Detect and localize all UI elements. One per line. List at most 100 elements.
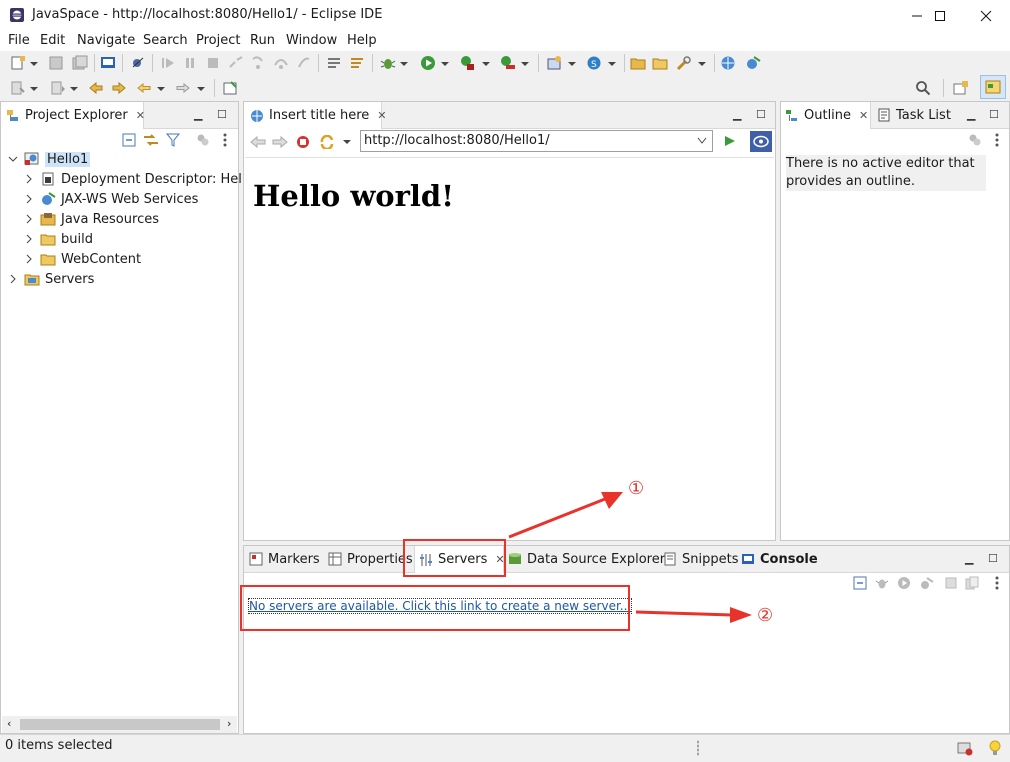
minimize-view-icon[interactable]: ▁ <box>194 108 202 121</box>
debug-server-icon[interactable] <box>875 576 889 590</box>
new-server-dropdown[interactable] <box>568 62 576 66</box>
new-icon[interactable] <box>10 55 26 71</box>
chevron-right-icon[interactable] <box>24 254 34 264</box>
resume-icon[interactable] <box>160 55 176 71</box>
web-service-icon[interactable] <box>745 55 761 71</box>
tab-snippets[interactable]: Snippets <box>663 546 738 572</box>
search-tools-icon[interactable] <box>676 55 692 71</box>
terminate-icon[interactable] <box>205 55 221 71</box>
maximize-view-icon[interactable]: ☐ <box>989 108 999 121</box>
forward-history-icon[interactable] <box>111 80 127 96</box>
search-icon[interactable] <box>915 80 931 96</box>
open-resource-icon[interactable] <box>652 55 668 71</box>
tree-item-deployment-descriptor[interactable]: Deployment Descriptor: Hello1 <box>24 169 262 189</box>
start-server-icon[interactable] <box>897 576 911 590</box>
skip-breakpoints-icon[interactable] <box>130 55 146 71</box>
new-java-class-icon[interactable]: S <box>586 55 602 71</box>
menu-search[interactable]: Search <box>143 33 188 48</box>
tab-properties[interactable]: Properties <box>328 546 413 572</box>
menu-edit[interactable]: Edit <box>40 33 65 48</box>
profile-server-icon[interactable] <box>920 576 934 590</box>
pin-editor-icon[interactable] <box>222 80 238 96</box>
chevron-right-icon[interactable] <box>8 274 18 284</box>
step-return-icon[interactable] <box>296 55 312 71</box>
tab-outline[interactable]: Outline ✕ <box>781 102 871 129</box>
step-into-icon[interactable] <box>250 55 266 71</box>
forward-dropdown[interactable] <box>197 87 205 91</box>
save-all-icon[interactable] <box>72 55 88 71</box>
go-icon[interactable] <box>724 135 736 147</box>
menu-run[interactable]: Run <box>250 33 275 48</box>
maximize-button[interactable] <box>917 0 963 31</box>
chevron-right-icon[interactable] <box>24 174 34 184</box>
close-tab-icon[interactable]: ✕ <box>377 109 386 122</box>
refresh-dropdown[interactable] <box>343 140 351 144</box>
chevron-right-icon[interactable] <box>24 234 34 244</box>
maximize-view-icon[interactable]: ☐ <box>988 552 998 565</box>
run-dropdown[interactable] <box>441 62 449 66</box>
edit-annotation-icon[interactable] <box>10 80 26 96</box>
view-menu-grey-icon[interactable] <box>196 133 210 147</box>
tab-console[interactable]: Console <box>741 546 818 572</box>
tree-item-servers[interactable]: Servers <box>8 269 94 289</box>
menu-file[interactable]: File <box>8 33 30 48</box>
eclipse-browser-icon[interactable] <box>750 131 772 152</box>
url-combo[interactable] <box>360 130 713 152</box>
browser-refresh-icon[interactable] <box>319 135 335 149</box>
disconnect-icon[interactable] <box>228 55 244 71</box>
run-icon[interactable] <box>420 55 436 71</box>
last-edit-location-icon[interactable] <box>88 80 104 96</box>
menu-project[interactable]: Project <box>196 33 240 48</box>
back-dropdown[interactable] <box>157 87 165 91</box>
step-over-icon[interactable] <box>273 55 289 71</box>
drop-to-frame-icon[interactable] <box>326 55 342 71</box>
next-annotation-dropdown[interactable] <box>70 87 78 91</box>
debug-dropdown[interactable] <box>400 62 408 66</box>
new-class-dropdown[interactable] <box>608 62 616 66</box>
globe-icon[interactable] <box>720 55 736 71</box>
new-dropdown[interactable] <box>30 62 38 66</box>
stop-server-icon[interactable] <box>944 576 958 590</box>
open-perspective-icon[interactable] <box>953 80 969 96</box>
menu-window[interactable]: Window <box>286 33 337 48</box>
coverage-icon[interactable] <box>460 55 476 71</box>
minimize-view-icon[interactable]: ▁ <box>733 108 741 121</box>
tab-project-explorer[interactable]: Project Explorer ✕ <box>1 102 145 129</box>
browser-stop-icon[interactable] <box>296 135 310 149</box>
tree-item-webcontent[interactable]: WebContent <box>24 249 141 269</box>
tab-task-list[interactable]: Task List <box>877 102 951 128</box>
new-server-icon[interactable] <box>546 55 562 71</box>
console-view-icon[interactable] <box>100 55 116 71</box>
annotation-dropdown[interactable] <box>30 87 38 91</box>
next-annotation-icon[interactable] <box>50 80 66 96</box>
close-tab-icon[interactable]: ✕ <box>136 109 145 122</box>
collapse-all-icon[interactable] <box>853 576 867 590</box>
url-input[interactable] <box>364 132 689 149</box>
external-tools-icon[interactable] <box>500 55 516 71</box>
publish-icon[interactable] <box>965 576 979 590</box>
scroll-left-icon[interactable]: ‹ <box>7 717 11 730</box>
tree-item-jaxws[interactable]: JAX-WS Web Services <box>24 189 198 209</box>
use-step-filters-icon[interactable] <box>349 55 365 71</box>
view-menu-icon[interactable] <box>994 575 1000 591</box>
tree-item-build[interactable]: build <box>24 229 93 249</box>
browser-back-icon[interactable] <box>250 135 266 149</box>
minimize-view-icon[interactable]: ▁ <box>967 108 975 121</box>
search-tools-dropdown[interactable] <box>698 62 706 66</box>
back-icon[interactable] <box>136 80 152 96</box>
view-menu-icon[interactable] <box>222 132 228 148</box>
filter-icon[interactable] <box>166 133 180 147</box>
collapse-all-icon[interactable] <box>122 133 136 147</box>
menu-navigate[interactable]: Navigate <box>77 33 135 48</box>
forward-icon[interactable] <box>175 80 191 96</box>
tab-data-source-explorer[interactable]: Data Source Explorer <box>508 546 665 572</box>
save-icon[interactable] <box>48 55 64 71</box>
tab-insert-title[interactable]: Insert title here ✕ <box>244 102 386 129</box>
tree-item-java-resources[interactable]: Java Resources <box>24 209 159 229</box>
scroll-right-icon[interactable]: › <box>227 717 231 730</box>
close-window-button[interactable] <box>963 0 1009 31</box>
open-type-icon[interactable] <box>630 55 646 71</box>
browser-forward-icon[interactable] <box>272 135 288 149</box>
view-menu-grey-icon[interactable] <box>968 133 982 147</box>
external-tools-dropdown[interactable] <box>521 62 529 66</box>
